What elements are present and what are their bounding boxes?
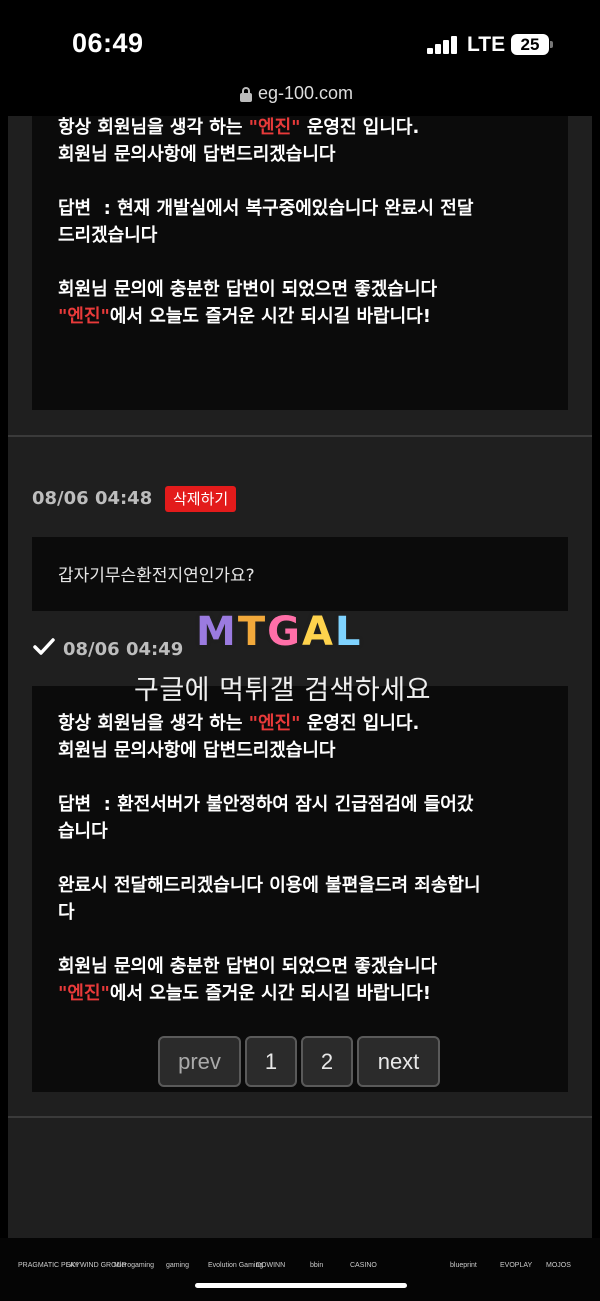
watermark-logo-letter: M xyxy=(196,609,238,655)
lock-icon xyxy=(240,87,252,102)
answer-line: "엔진"에서 오늘도 즐거운 시간 되시길 바랍니다! xyxy=(58,980,431,1007)
answer-text: 완료시 전달해드리겠습니다 이용에 불편을드려 죄송합니 xyxy=(58,875,481,896)
answer-text: 회원님 문의에 충분한 답변이 되었으면 좋겠습니다 xyxy=(58,279,438,300)
answer-line: 항상 회원님을 생각 하는 "엔진" 운영진 입니다. xyxy=(58,116,419,141)
answer-text: 회원님 문의사항에 답변드리겠습니다 xyxy=(58,144,336,165)
answer-text: 에서 오늘도 즐거운 시간 되시길 바랍니다! xyxy=(109,983,431,1004)
answer-text: 답변 : 환전서버가 불안정하여 잠시 긴급점검에 들어갔 xyxy=(58,794,474,815)
question-text: 갑자기무슨환전지연인가요? xyxy=(58,566,255,586)
status-time: 06:49 xyxy=(72,28,144,58)
watermark-logo-letter: L xyxy=(334,609,363,655)
brand-name-text: "엔진" xyxy=(58,983,110,1004)
answer-box: 항상 회원님을 생각 하는 "엔진" 운영진 입니다. 회원님 문의사항에 답변드… xyxy=(32,686,568,1092)
answer-text: 항상 회원님을 생각 하는 xyxy=(58,713,249,734)
provider-logo: CASINO xyxy=(350,1262,377,1269)
footer-provider-bar xyxy=(0,1238,600,1301)
answer-line: 드리겠습니다 xyxy=(58,222,157,249)
battery-nub xyxy=(550,41,553,48)
answer-line: 습니다 xyxy=(58,818,108,845)
check-icon xyxy=(33,638,55,655)
answer-line: 회원님 문의에 충분한 답변이 되었으면 좋겠습니다 xyxy=(58,276,437,303)
answer-text: 답변 : 현재 개발실에서 복구중에있습니다 완료시 전달 xyxy=(58,198,474,219)
answer-text: 운영진 입니다. xyxy=(300,713,420,734)
network-type-label: LTE xyxy=(467,33,506,56)
answer-line: 회원님 문의에 충분한 답변이 되었으면 좋겠습니다 xyxy=(58,953,437,980)
provider-logo: DOWINN xyxy=(256,1262,286,1269)
provider-logo: blueprint xyxy=(450,1262,477,1269)
brand-name-text: "엔진" xyxy=(248,713,301,734)
answer-text: 다 xyxy=(58,902,75,923)
inquiry-content: 항상 회원님을 생각 하는 "엔진" 운영진 입니다. 회원님 문의사항에 답변드… xyxy=(8,116,592,1238)
page-2-button[interactable]: 2 xyxy=(301,1036,353,1087)
url-text[interactable]: eg-100.com xyxy=(258,83,353,104)
provider-logo: EVOPLAY xyxy=(500,1262,533,1269)
next-page-button[interactable]: next xyxy=(357,1036,440,1087)
provider-logo: Evolution Gaming xyxy=(208,1262,264,1269)
provider-logo: MOJOS xyxy=(546,1262,571,1269)
home-indicator xyxy=(195,1283,407,1288)
watermark-logo-letter: A xyxy=(301,609,335,655)
post-divider xyxy=(8,435,592,437)
answer-line: 회원님 문의사항에 답변드리겠습니다 xyxy=(58,141,336,168)
answer-line: 회원님 문의사항에 답변드리겠습니다 xyxy=(58,737,336,764)
battery-icon: 25 xyxy=(511,34,549,55)
question-box: 갑자기무슨환전지연인가요? xyxy=(32,537,568,611)
watermark-logo: MTGAL xyxy=(196,609,362,655)
answer-line: 답변 : 환전서버가 불안정하여 잠시 긴급점검에 들어갔 xyxy=(58,791,473,818)
answer-box-previous: 항상 회원님을 생각 하는 "엔진" 운영진 입니다. 회원님 문의사항에 답변드… xyxy=(32,116,568,410)
brand-name-text: "엔진" xyxy=(248,117,301,138)
delete-button[interactable]: 삭제하기 xyxy=(165,486,237,512)
question-timestamp: 08/06 04:48 xyxy=(32,488,153,509)
watermark-logo-letter: G xyxy=(267,609,302,655)
answer-text: 회원님 문의사항에 답변드리겠습니다 xyxy=(58,740,336,761)
page-1-button[interactable]: 1 xyxy=(245,1036,297,1087)
watermark-text: 구글에 먹튀갤 검색하세요 xyxy=(134,675,431,706)
brand-name-text: "엔진" xyxy=(58,306,110,327)
answer-line: 다 xyxy=(58,899,75,926)
answer-text: 운영진 입니다. xyxy=(300,117,420,138)
answer-line: 항상 회원님을 생각 하는 "엔진" 운영진 입니다. xyxy=(58,710,419,737)
pagination-divider xyxy=(8,1116,592,1118)
answer-text: 에서 오늘도 즐거운 시간 되시길 바랍니다! xyxy=(109,306,431,327)
cellular-signal-icon xyxy=(427,36,459,54)
answer-text: 회원님 문의에 충분한 답변이 되었으면 좋겠습니다 xyxy=(58,956,438,977)
answer-line: 답변 : 현재 개발실에서 복구중에있습니다 완료시 전달 xyxy=(58,195,473,222)
answer-text: 항상 회원님을 생각 하는 xyxy=(58,117,249,138)
answer-timestamp: 08/06 04:49 xyxy=(63,639,184,660)
answer-line: "엔진"에서 오늘도 즐거운 시간 되시길 바랍니다! xyxy=(58,303,431,330)
answer-line: 완료시 전달해드리겠습니다 이용에 불편을드려 죄송합니 xyxy=(58,872,481,899)
watermark-logo-letter: T xyxy=(237,609,268,655)
provider-logo: bbin xyxy=(310,1262,324,1269)
provider-logo: Microgaming xyxy=(114,1262,155,1269)
answer-text: 습니다 xyxy=(58,821,108,842)
provider-logo: gaming xyxy=(166,1262,189,1269)
answer-text: 드리겠습니다 xyxy=(58,225,158,246)
prev-page-button[interactable]: prev xyxy=(158,1036,241,1087)
